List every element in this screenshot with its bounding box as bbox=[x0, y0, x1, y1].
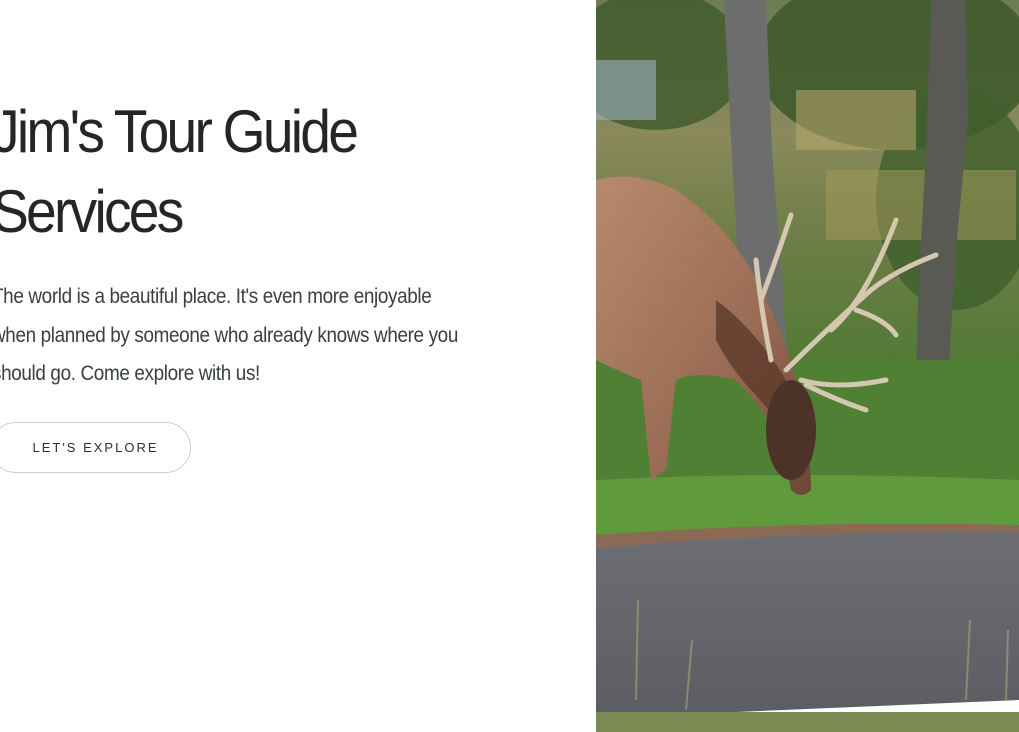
hero-section: Jim's Tour Guide Services The world is a… bbox=[0, 0, 1019, 732]
hero-text-block: Jim's Tour Guide Services The world is a… bbox=[0, 92, 592, 394]
page-title: Jim's Tour Guide Services bbox=[0, 98, 359, 245]
elk-photo bbox=[596, 0, 1019, 732]
hero-description: The world is a beautiful place. It's eve… bbox=[0, 285, 459, 385]
lets-explore-button[interactable]: LET'S EXPLORE bbox=[0, 422, 191, 473]
